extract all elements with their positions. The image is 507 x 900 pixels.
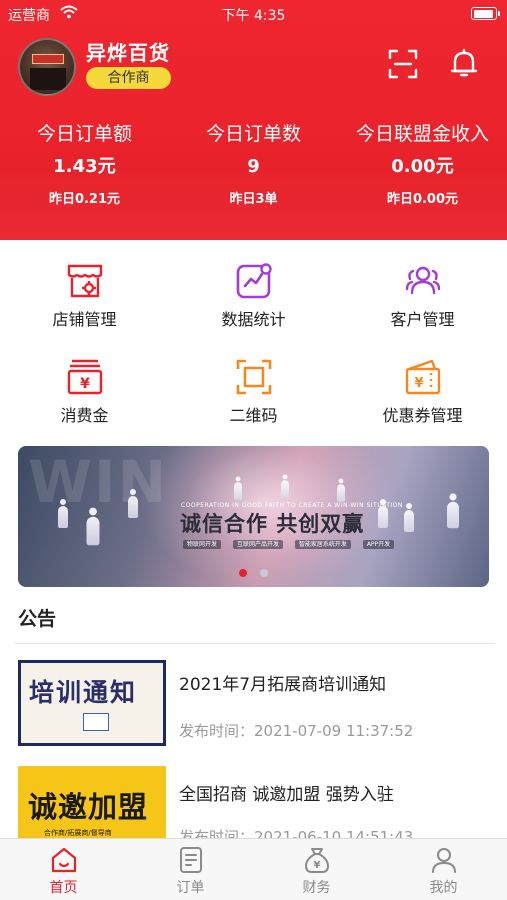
order-doc-icon <box>179 847 202 873</box>
profile-icon <box>431 848 456 873</box>
stat-order-count[interactable]: 今日订单数 9 昨日3单 <box>169 120 338 210</box>
svg-text:¥: ¥ <box>414 376 423 391</box>
notice-title: 2021年7月拓展商培训通知 <box>179 675 387 695</box>
banner-tag: 智能家居系统开发 <box>294 540 351 549</box>
tab-home[interactable]: 首页 <box>13 845 114 897</box>
role-badge: 合作商 <box>86 67 171 89</box>
tab-profile[interactable]: 我的 <box>393 845 494 897</box>
pagination-dot[interactable] <box>260 569 269 577</box>
action-label: 店铺管理 <box>52 310 117 329</box>
banner-bg-word: WIN <box>28 448 169 516</box>
banner-tags: 物联网开发 互联网产品开发 智能家居系统开发 APP开发 <box>183 539 404 549</box>
notice-section-title: 公告 <box>18 608 57 630</box>
scan-icon[interactable] <box>387 48 419 80</box>
home-icon <box>51 847 76 873</box>
svg-text:¥: ¥ <box>80 376 90 392</box>
banner-tag: 物联网开发 <box>183 540 222 549</box>
banner-headline: 诚信合作 共创双赢 <box>180 512 365 536</box>
notice-time: 发布时间：2021-07-09 11:37:52 <box>179 722 414 740</box>
thumbnail-subtext: 合作商/拓展商/督导商 <box>44 829 112 837</box>
finance-bag-icon: ¥ <box>304 848 329 873</box>
bell-icon[interactable] <box>447 46 481 80</box>
stat-alliance-income[interactable]: 今日联盟金收入 0.00元 昨日0.00元 <box>338 120 507 210</box>
notice-title: 全国招商 诚邀加盟 强势入驻 <box>179 785 394 805</box>
tab-label: 我的 <box>429 880 458 896</box>
data-chart-icon <box>236 263 272 299</box>
status-bar: 运营商 下午 4:35 <box>0 0 507 28</box>
clock: 下午 4:35 <box>221 8 286 24</box>
shop-name: 异烨百货 <box>86 41 170 65</box>
action-label: 优惠券管理 <box>382 406 463 425</box>
banner-tag: 互联网产品开发 <box>232 540 283 549</box>
svg-text:¥: ¥ <box>313 860 320 871</box>
tab-label: 财务 <box>302 880 331 896</box>
action-store-management[interactable]: 店铺管理 <box>0 262 169 342</box>
banner-tag: APP开发 <box>362 540 395 549</box>
pagination-dot-active[interactable] <box>238 569 247 577</box>
tab-label: 首页 <box>49 880 78 896</box>
action-label: 消费金 <box>60 406 109 425</box>
battery-icon <box>471 7 500 20</box>
thumbnail-text: 诚邀加盟 <box>28 790 149 824</box>
action-label: 数据统计 <box>221 310 286 329</box>
stat-value: 1.43元 <box>53 156 116 177</box>
notice-thumbnail: 培训通知 <box>18 660 166 746</box>
stat-value: 0.00元 <box>391 156 454 177</box>
store-settings-icon <box>67 264 102 298</box>
action-qr-code[interactable]: 二维码 <box>169 358 338 438</box>
action-consumption-credit[interactable]: ¥ 消费金 <box>0 358 169 438</box>
stat-yesterday: 昨日0.00元 <box>386 192 459 207</box>
action-label: 二维码 <box>229 406 278 425</box>
tab-orders[interactable]: 订单 <box>140 845 241 897</box>
tab-finance[interactable]: ¥ 财务 <box>266 845 367 897</box>
stat-value: 9 <box>247 156 260 177</box>
coupon-icon: ¥ <box>405 359 440 395</box>
tab-label: 订单 <box>176 880 205 896</box>
stat-label: 今日联盟金收入 <box>355 123 489 145</box>
banner-pagination <box>18 562 489 581</box>
stat-label: 今日订单数 <box>205 123 301 145</box>
promo-banner[interactable]: WIN COOPERATION IN GOOD FAITH TO CREATE … <box>18 446 489 587</box>
stat-order-amount[interactable]: 今日订单额 1.43元 昨日0.21元 <box>0 120 169 210</box>
shop-avatar[interactable] <box>18 38 76 96</box>
divider <box>14 643 494 644</box>
yuan-wallet-icon: ¥ <box>67 359 102 395</box>
stat-yesterday: 昨日0.21元 <box>48 192 121 207</box>
action-coupon-management[interactable]: ¥ 优惠券管理 <box>338 358 507 438</box>
stat-label: 今日订单额 <box>36 123 132 145</box>
notice-item[interactable]: 培训通知 2021年7月拓展商培训通知 发布时间：2021-07-09 11:3… <box>18 660 493 748</box>
customers-icon <box>405 266 440 295</box>
qr-scan-icon <box>236 359 271 395</box>
header: 运营商 下午 4:35 异烨百货 合作商 今日订单额 1.43元 昨日0.21元 <box>0 0 507 240</box>
tab-bar: 首页 订单 ¥ 财务 我的 <box>0 838 507 900</box>
action-data-statistics[interactable]: 数据统计 <box>169 262 338 342</box>
action-label: 客户管理 <box>390 310 455 329</box>
stat-yesterday: 昨日3单 <box>229 192 278 207</box>
thumbnail-text: 培训通知 <box>29 678 138 707</box>
action-customer-management[interactable]: 客户管理 <box>338 262 507 342</box>
